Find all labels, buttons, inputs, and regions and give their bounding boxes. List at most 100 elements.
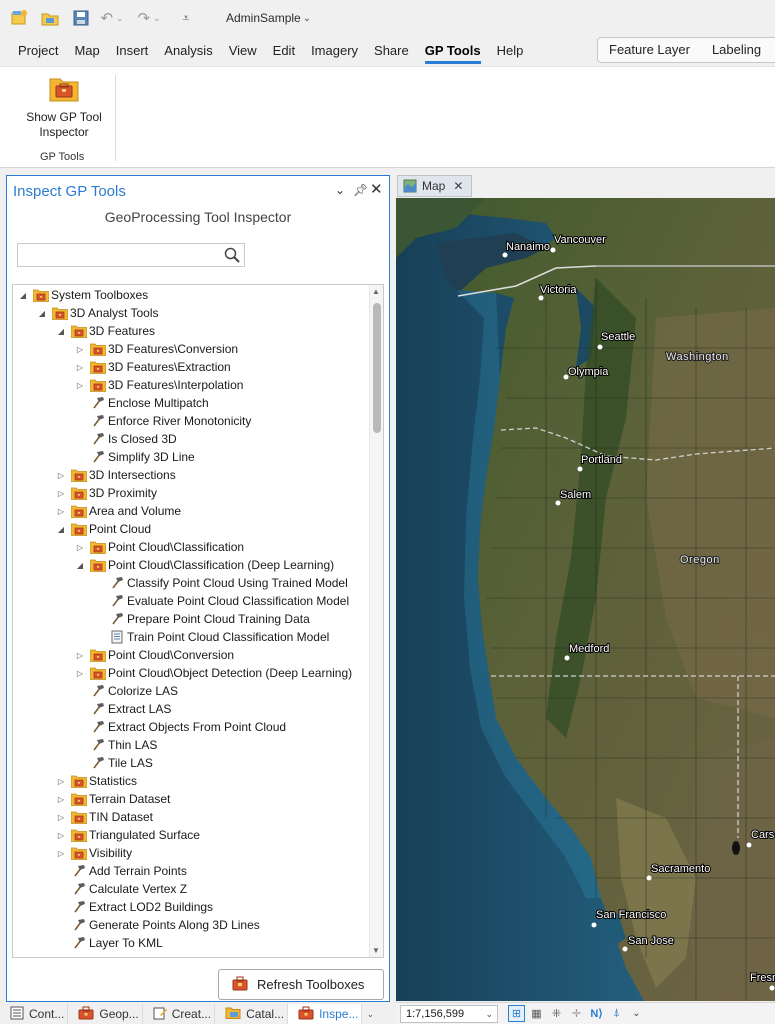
tree-row[interactable]: Train Point Cloud Classification Model: [93, 628, 329, 646]
expand-icon[interactable]: ▷: [74, 381, 86, 390]
tree-row[interactable]: Add Terrain Points: [55, 862, 187, 880]
tree-row[interactable]: Tile LAS: [74, 754, 153, 772]
redo-icon[interactable]: ↷ ⌄: [137, 7, 160, 29]
expand-icon[interactable]: ▷: [55, 507, 67, 516]
tree-row[interactable]: ▷ 3D Features\Conversion: [74, 340, 238, 358]
dock-tab[interactable]: Geop...: [68, 1004, 143, 1024]
undo-icon[interactable]: ↶ ⌄: [100, 7, 123, 29]
tree-row[interactable]: Prepare Point Cloud Training Data: [93, 610, 310, 628]
tree-row[interactable]: Enforce River Monotonicity: [74, 412, 251, 430]
collapse-icon[interactable]: ◢: [55, 525, 67, 534]
tree-row[interactable]: ▷ 3D Features\Interpolation: [74, 376, 244, 394]
refresh-toolboxes-button[interactable]: Refresh Toolboxes: [218, 969, 384, 1000]
city-marker-medford[interactable]: [564, 655, 570, 661]
snapping-icon[interactable]: ⁜: [548, 1005, 565, 1022]
tree-row[interactable]: ▷ Point Cloud\Classification: [74, 538, 244, 556]
tree-row[interactable]: Generate Points Along 3D Lines: [55, 916, 260, 934]
tree-row[interactable]: ▷ Visibility: [55, 844, 132, 862]
save-project-icon[interactable]: [70, 7, 92, 29]
city-marker-portland[interactable]: [577, 466, 583, 472]
tree-row[interactable]: ◢ Point Cloud\Classification (Deep Learni…: [74, 556, 334, 574]
north-arrow-icon[interactable]: N⟩: [588, 1005, 605, 1022]
expand-icon[interactable]: ▷: [55, 489, 67, 498]
tab-analysis[interactable]: Analysis: [156, 37, 220, 65]
tree-row[interactable]: ▷ Statistics: [55, 772, 137, 790]
tree-row[interactable]: ◢ 3D Features: [55, 322, 155, 340]
city-marker-victoria[interactable]: [538, 295, 544, 301]
tree-row[interactable]: Thin LAS: [74, 736, 157, 754]
expand-icon[interactable]: ▷: [74, 345, 86, 354]
close-map-tab-icon[interactable]: ✕: [453, 179, 463, 193]
map-scale-selector[interactable]: 1:7,156,599 ⌄: [400, 1004, 498, 1023]
new-project-icon[interactable]: [8, 7, 30, 29]
tab-labeling[interactable]: Labeling: [701, 36, 772, 64]
city-marker-salem[interactable]: [555, 500, 561, 506]
search-input[interactable]: [17, 243, 245, 267]
city-marker-seattle[interactable]: [597, 344, 603, 350]
expand-icon[interactable]: ▷: [55, 777, 67, 786]
tree-row[interactable]: ◢ Point Cloud: [55, 520, 151, 538]
pin-icon[interactable]: 📌︎: [353, 183, 368, 197]
scroll-up-icon[interactable]: ▲: [372, 287, 380, 296]
tree-row[interactable]: ▷ 3D Features\Extraction: [74, 358, 231, 376]
expand-icon[interactable]: ▷: [55, 813, 67, 822]
tree-row[interactable]: Is Closed 3D: [74, 430, 177, 448]
pane-options-icon[interactable]: ⌄: [335, 183, 345, 197]
tree-row[interactable]: ▷ Area and Volume: [55, 502, 181, 520]
close-icon[interactable]: ✕: [370, 180, 383, 198]
expand-icon[interactable]: ▷: [55, 795, 67, 804]
tree-row[interactable]: ◢ 3D Analyst Tools: [36, 304, 159, 322]
tree-row[interactable]: Enclose Multipatch: [74, 394, 209, 412]
dock-tab[interactable]: Inspe...: [288, 1004, 363, 1024]
dock-tab[interactable]: Cont...: [0, 1004, 69, 1024]
scroll-down-icon[interactable]: ▼: [372, 946, 380, 955]
tree-row[interactable]: Layer To KML: [55, 934, 163, 952]
tree-row[interactable]: Classify Point Cloud Using Trained Model: [93, 574, 348, 592]
collapse-icon[interactable]: ◢: [17, 291, 29, 300]
tree-row[interactable]: Evaluate Point Cloud Classification Mode…: [93, 592, 349, 610]
tab-insert[interactable]: Insert: [108, 37, 157, 65]
city-marker-vancouver[interactable]: [550, 247, 556, 253]
tree-scrollbar[interactable]: ▲ ▼: [369, 285, 383, 957]
tree-row[interactable]: ▷ 3D Intersections: [55, 466, 176, 484]
toolbox-tree[interactable]: ▲ ▼ ◢ System Toolboxes ◢ 3D Analyst Tools ◢ 3…: [12, 284, 384, 958]
customize-toolbar-icon[interactable]: ⩡: [175, 7, 197, 29]
expand-icon[interactable]: ▷: [74, 543, 86, 552]
expand-icon[interactable]: ▷: [55, 471, 67, 480]
show-gp-tool-inspector-button[interactable]: Show GP Tool Inspector: [22, 75, 106, 140]
tab-share[interactable]: Share: [366, 37, 417, 65]
tab-gp-tools[interactable]: GP Tools: [417, 37, 489, 65]
project-title[interactable]: AdminSample: [226, 11, 301, 25]
city-marker-sacramento[interactable]: [646, 875, 652, 881]
tree-row[interactable]: ▷ Point Cloud\Conversion: [74, 646, 234, 664]
tab-project[interactable]: Project: [10, 37, 66, 65]
tab-map[interactable]: Map: [66, 37, 107, 65]
fixed-zoom-icon[interactable]: ⊞: [508, 1005, 525, 1022]
collapse-icon[interactable]: ◢: [55, 327, 67, 336]
scrollbar-thumb[interactable]: [373, 303, 381, 433]
open-project-icon[interactable]: [39, 7, 61, 29]
dock-tab[interactable]: Catal...: [215, 1004, 289, 1024]
tree-row[interactable]: Extract LOD2 Buildings: [55, 898, 213, 916]
tab-help[interactable]: Help: [489, 37, 532, 65]
city-marker-carson-city[interactable]: [746, 842, 752, 848]
tree-row[interactable]: Simplify 3D Line: [74, 448, 195, 466]
tree-row[interactable]: Extract Objects From Point Cloud: [74, 718, 286, 736]
tree-row[interactable]: ▷ Terrain Dataset: [55, 790, 170, 808]
tab-edit[interactable]: Edit: [265, 37, 303, 65]
tree-row[interactable]: ▷ Triangulated Surface: [55, 826, 200, 844]
expand-icon[interactable]: ▷: [74, 363, 86, 372]
search-icon[interactable]: [224, 247, 240, 266]
expand-icon[interactable]: ▷: [55, 849, 67, 858]
tab-map-view[interactable]: Map ✕: [397, 175, 472, 197]
tab-imagery[interactable]: Imagery: [303, 37, 366, 65]
expand-icon[interactable]: ▷: [74, 651, 86, 660]
city-marker-fresno[interactable]: [769, 985, 775, 991]
tree-row[interactable]: Colorize LAS: [74, 682, 178, 700]
navigator-icon[interactable]: ⍋: [608, 1005, 625, 1022]
tree-row[interactable]: ▷ 3D Proximity: [55, 484, 157, 502]
city-marker-san-jose[interactable]: [622, 946, 628, 952]
tree-row[interactable]: ▷ TIN Dataset: [55, 808, 153, 826]
tab-feature-layer[interactable]: Feature Layer: [598, 36, 701, 64]
dock-tab[interactable]: Creat...: [143, 1004, 216, 1024]
